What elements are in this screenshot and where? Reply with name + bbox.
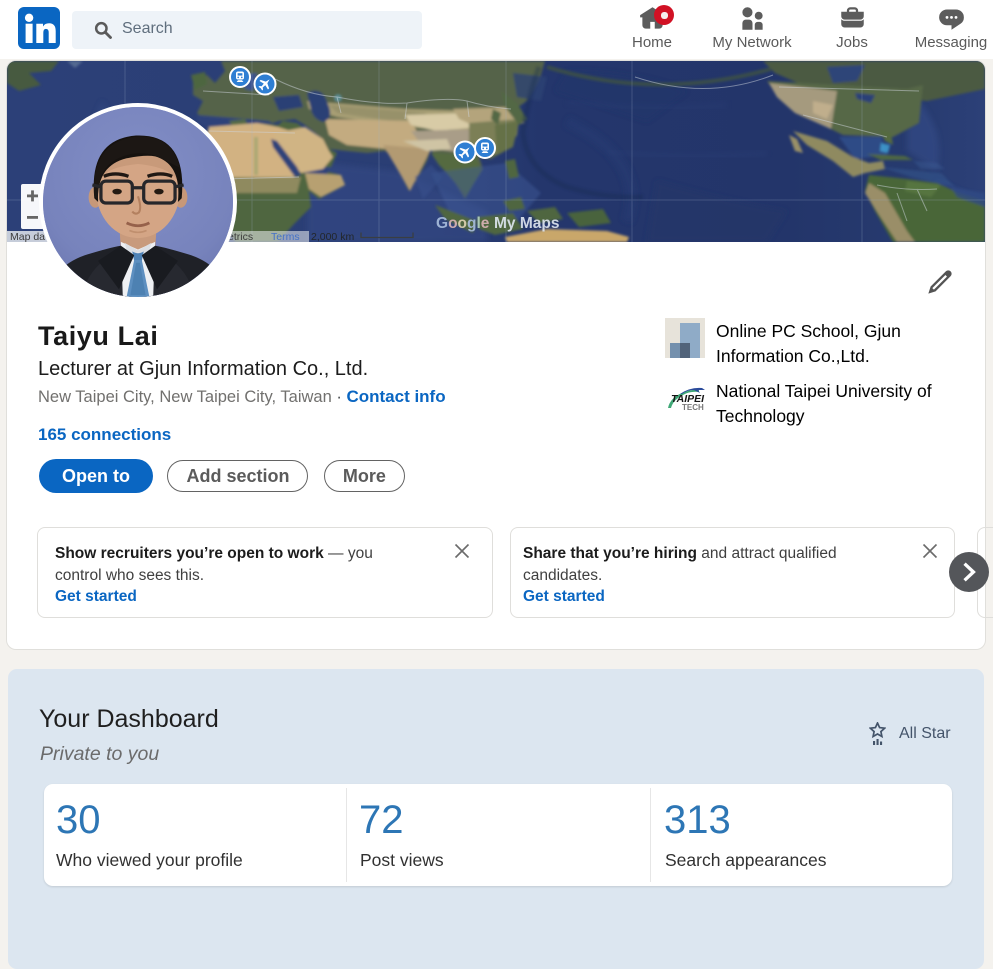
svg-text:Terms: Terms bbox=[271, 231, 300, 242]
svg-text:Google: Google bbox=[436, 215, 490, 232]
svg-text:2,000 km: 2,000 km bbox=[311, 231, 354, 242]
svg-text:TECH: TECH bbox=[682, 403, 704, 411]
svg-text:Map da: Map da bbox=[10, 231, 45, 242]
svg-text:My Maps: My Maps bbox=[494, 215, 559, 232]
